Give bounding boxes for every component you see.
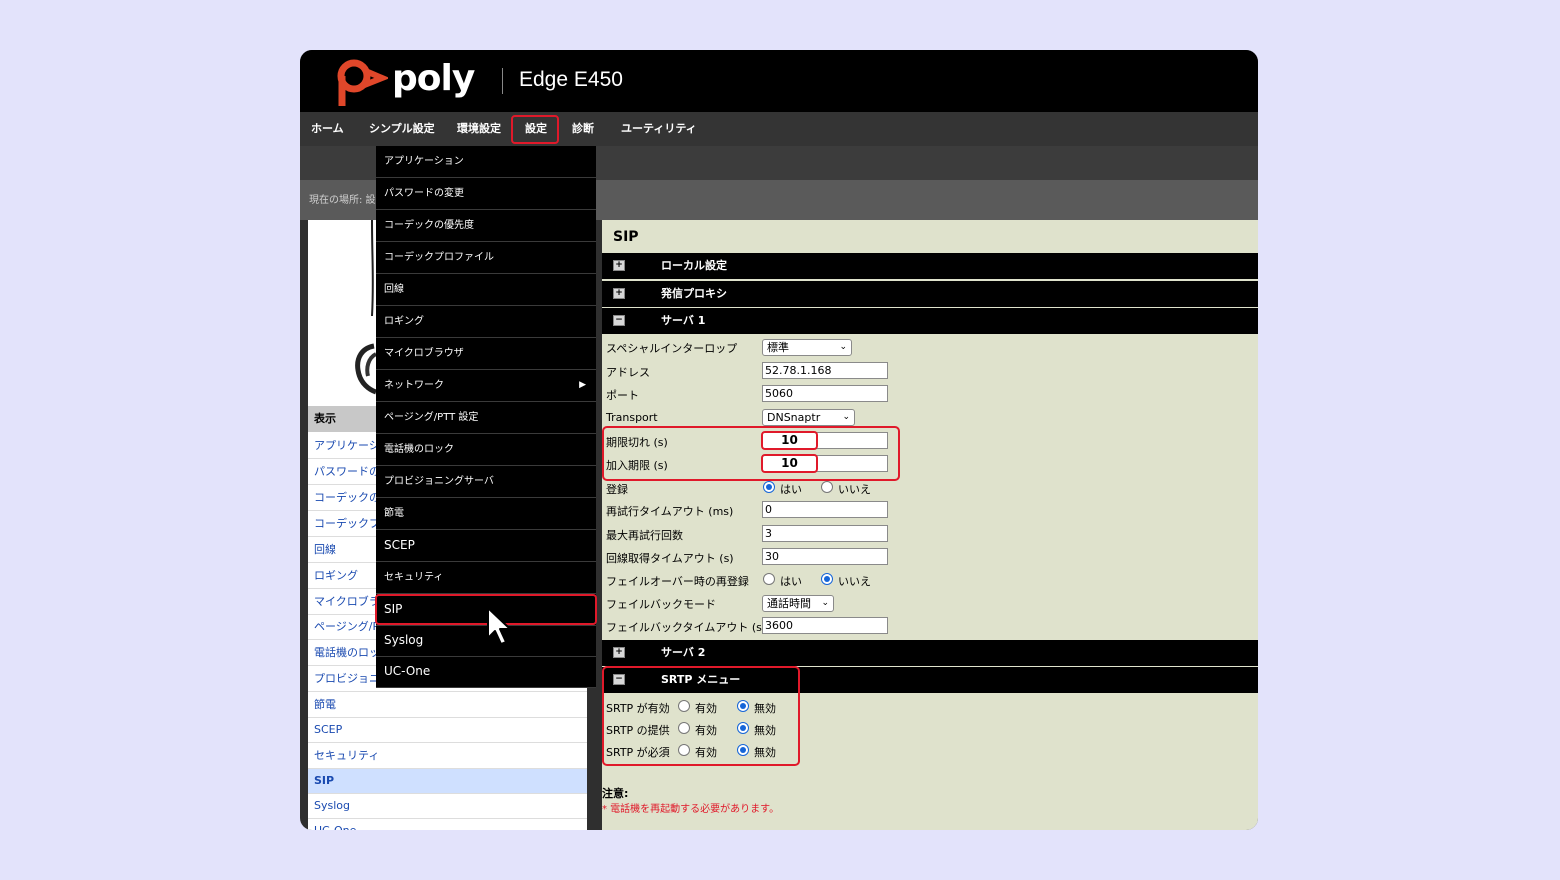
transport-select[interactable]: DNSnaptr ⌄ [762,409,855,426]
select-value: 標準 [767,341,789,354]
line-seize-timeout-input[interactable]: 30 [762,548,888,565]
menu-item-logging[interactable]: ロギング [376,306,596,338]
menu-item-applications[interactable]: アプリケーション [376,146,596,178]
left-nav-item[interactable]: セキュリティ [308,744,587,769]
radio-label: はい [780,575,802,588]
nav-simple-settings[interactable]: シンプル設定 [369,112,435,146]
left-nav-item[interactable]: Syslog [308,794,587,819]
srtp-highlight-box [602,666,800,766]
menu-item-microbrowser[interactable]: マイクロブラウザ [376,338,596,370]
sip-settings-panel: SIP + ローカル設定 + 発信プロキシ − サーバ 1 スペシャルインターロ… [602,220,1258,830]
section-local-settings[interactable]: + ローカル設定 [602,253,1258,279]
menu-item-network-label: ネットワーク [384,380,444,391]
menu-item-phone-lock[interactable]: 電話機のロック [376,434,596,466]
page-title: SIP [613,229,639,245]
menu-item-change-password[interactable]: パスワードの変更 [376,178,596,210]
note-text: * 電話機を再起動する必要があります。 [602,804,780,815]
left-nav-item[interactable]: 節電 [308,693,587,718]
menu-item-lines[interactable]: 回線 [376,274,596,306]
phone-cord-graphic [355,220,376,395]
section-outbound-proxy[interactable]: + 発信プロキシ [602,281,1258,307]
nav-home[interactable]: ホーム [311,112,344,146]
select-value: 通話時間 [767,597,811,610]
submenu-arrow-icon: ▶ [579,380,586,390]
port-input[interactable]: 5060 [762,385,888,402]
radio-label: いいえ [838,575,871,588]
section-label: 発信プロキシ [661,287,727,300]
menu-item-provisioning-server[interactable]: プロビジョニングサーバ [376,466,596,498]
poly-logo-icon [337,59,388,106]
menu-item-uc-one[interactable]: UC-One [376,656,596,688]
phone-image [308,220,376,406]
breadcrumb: 現在の場所: 設 [309,195,376,206]
menu-item-network[interactable]: ネットワーク ▶ [376,370,596,402]
menu-item-power-saving[interactable]: 節電 [376,498,596,530]
chevron-down-icon: ⌄ [842,412,850,422]
expand-icon[interactable]: + [613,260,625,271]
failover-reregister-yes-radio[interactable] [763,573,775,585]
chevron-down-icon: ⌄ [821,598,829,608]
section-label: ローカル設定 [661,259,727,272]
field-label: スペシャルインターロップ [606,342,738,355]
section-label: サーバ 2 [661,646,706,659]
menu-item-paging-ptt[interactable]: ページング/PTT 設定 [376,402,596,434]
top-nav: ホーム シンプル設定 環境設定 設定 診断 ユーティリティ [300,112,1258,146]
section-label: サーバ 1 [661,314,706,327]
expand-icon[interactable]: + [613,647,625,658]
product-title: Edge E450 [519,68,623,91]
left-nav-item[interactable]: SCEP [308,718,587,743]
left-nav-item-sip[interactable]: SIP [308,769,587,794]
menu-item-security[interactable]: セキュリティ [376,562,596,594]
expires-highlight-box [602,426,900,481]
menu-item-codec-priority[interactable]: コーデックの優先度 [376,210,596,242]
radio-label: はい [780,483,802,496]
left-nav-item[interactable]: UC-One [308,819,587,830]
field-label: 再試行タイムアウト (ms) [606,505,734,518]
max-retries-input[interactable]: 3 [762,525,888,542]
register-no-radio[interactable] [821,481,833,493]
chevron-down-icon: ⌄ [839,342,847,352]
nav-utilities[interactable]: ユーティリティ [621,112,697,146]
nav-preferences[interactable]: 環境設定 [457,112,501,146]
failback-timeout-input[interactable]: 3600 [762,617,888,634]
expand-icon[interactable]: + [613,288,625,299]
nav-diagnostics[interactable]: 診断 [572,112,594,146]
note-heading: 注意: [602,787,629,800]
collapse-icon[interactable]: − [613,315,625,326]
section-server-1[interactable]: − サーバ 1 [602,308,1258,334]
field-label: アドレス [606,366,650,379]
field-label: 登録 [606,483,628,496]
field-label: Transport [606,411,658,424]
special-interop-select[interactable]: 標準 ⌄ [762,339,852,356]
field-label: フェイルバックモード [606,598,716,611]
field-label: フェイルバックタイムアウト (s) [606,621,767,634]
field-label: 回線取得タイムアウト (s) [606,552,734,565]
menu-item-scep[interactable]: SCEP [376,530,596,562]
retry-timeout-input[interactable]: 0 [762,501,888,518]
app-window: poly Edge E450 ホーム シンプル設定 環境設定 設定 診断 ユーテ… [300,50,1258,830]
settings-highlight-box [511,115,559,144]
header-divider [502,68,503,94]
failback-mode-select[interactable]: 通話時間 ⌄ [762,595,834,612]
select-value: DNSnaptr [767,411,821,424]
field-label: フェイルオーバー時の再登録 [606,575,749,588]
radio-label: いいえ [838,483,871,496]
menu-item-codec-profile[interactable]: コーデックプロファイル [376,242,596,274]
failover-reregister-no-radio[interactable] [821,573,833,585]
register-yes-radio[interactable] [763,481,775,493]
mouse-pointer-icon [487,607,511,645]
field-label: ポート [606,389,639,402]
header-bar: poly Edge E450 [300,50,1258,112]
section-server-2[interactable]: + サーバ 2 [602,640,1258,666]
logo-text: poly [392,58,475,99]
address-input[interactable]: 52.78.1.168 [762,362,888,379]
field-label: 最大再試行回数 [606,529,683,542]
